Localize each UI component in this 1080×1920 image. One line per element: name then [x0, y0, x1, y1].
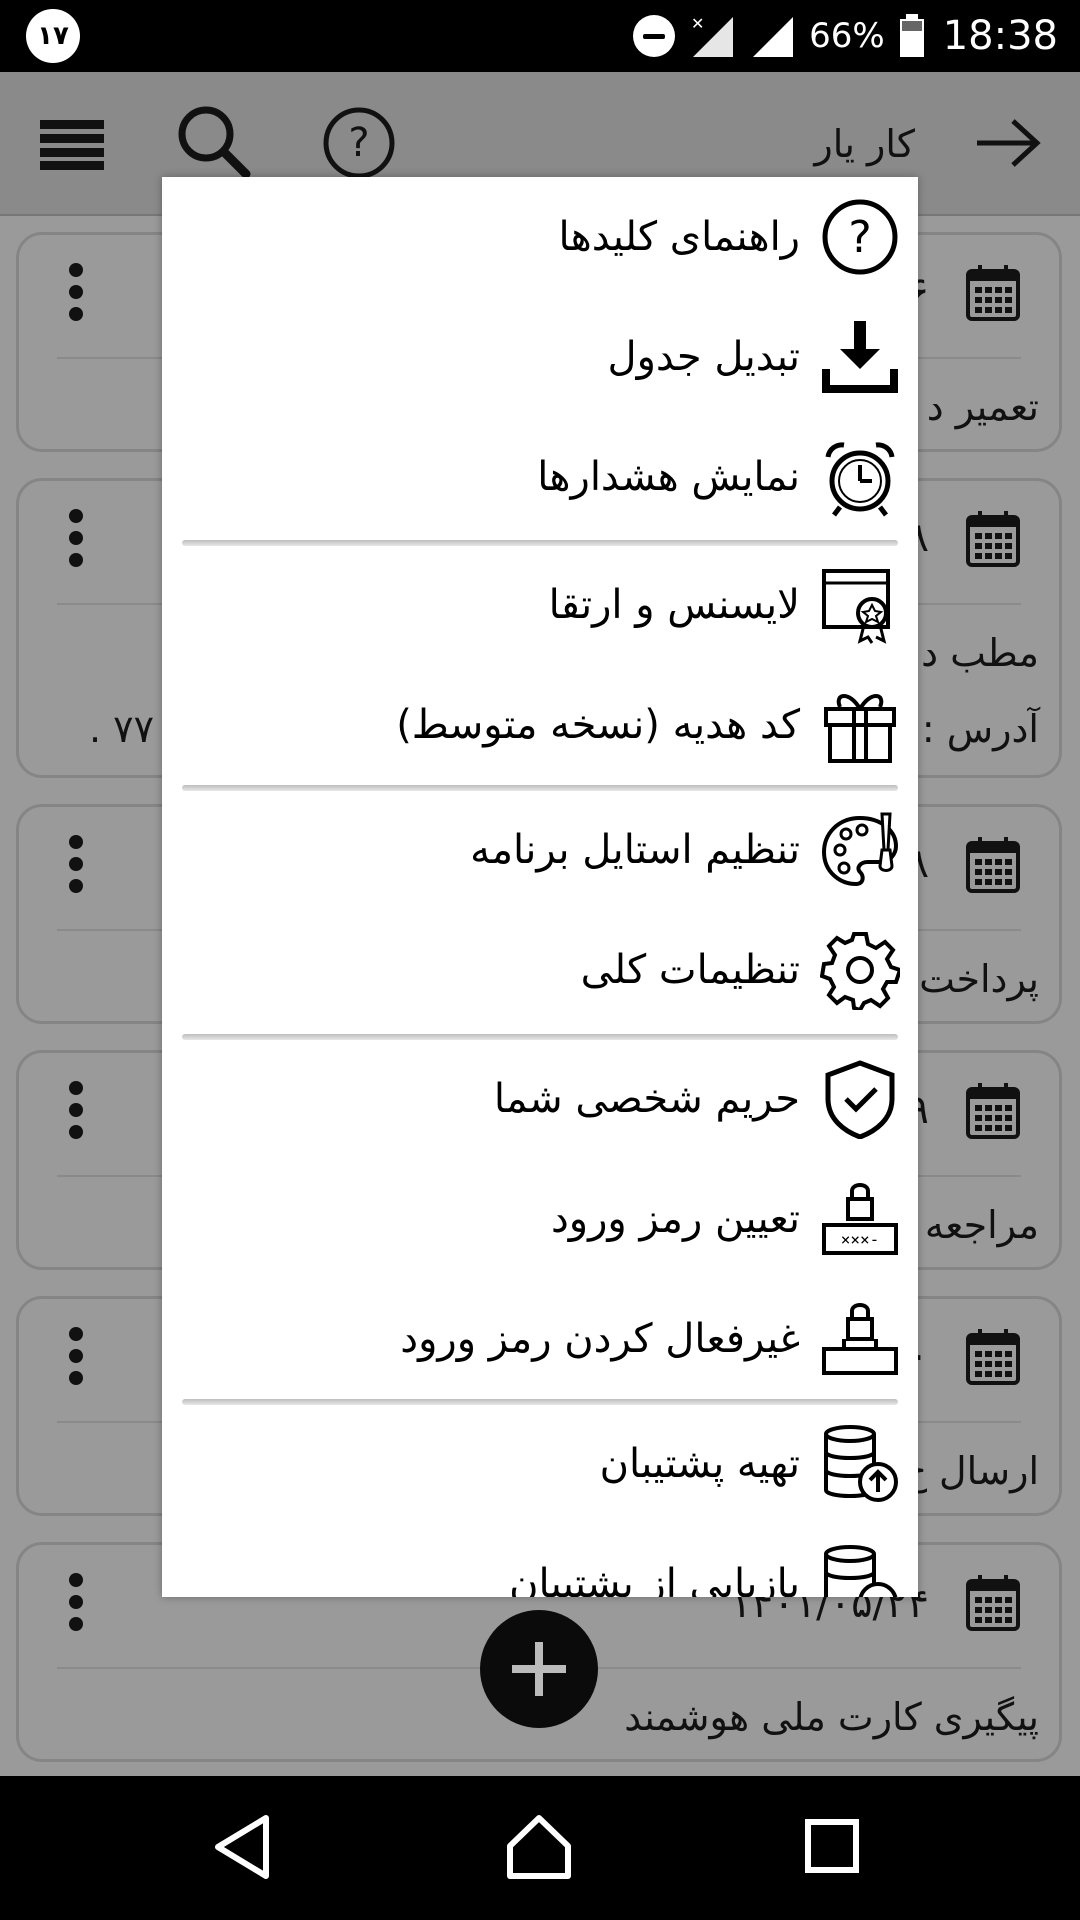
menu-item-gift-code[interactable]: کد هدیه (نسخه متوسط) [162, 665, 918, 785]
task-address: آدرس : [921, 707, 1039, 751]
download-icon [822, 321, 898, 393]
palette-icon [821, 812, 899, 887]
signal-strength-icon [753, 17, 794, 57]
menu-item-label: تبدیل جدول [607, 334, 800, 380]
menu-item-key-guide[interactable]: ? راهنمای کلیدها [162, 177, 918, 297]
svg-text:?: ? [848, 212, 871, 263]
menu-item-label: بازیابی از پشتیبان [509, 1561, 800, 1597]
menu-item-label: نمایش هشدارها [537, 454, 800, 500]
more-options-icon[interactable] [69, 1573, 83, 1639]
more-options-icon[interactable] [69, 263, 83, 329]
menu-item-label: حریم شخصی شما [493, 1076, 800, 1122]
calendar-icon [966, 265, 1020, 321]
hamburger-menu-icon[interactable] [40, 120, 104, 170]
battery-icon [899, 14, 924, 57]
menu-item-set-password[interactable]: ×××- تعیین رمز ورود [162, 1159, 918, 1279]
task-title: پرداخت [919, 957, 1039, 1001]
lock-disable-icon [822, 1303, 898, 1375]
more-options-icon[interactable] [69, 1081, 83, 1147]
alarm-clock-icon [825, 442, 895, 517]
clock: 18:38 [942, 13, 1058, 59]
home-nav-icon[interactable] [506, 1812, 572, 1882]
task-title: ارسال ح [902, 1449, 1039, 1493]
svg-text:×××-: ×××- [841, 1230, 880, 1249]
status-bar: ۱۷ ✕ 66% 18:38 [0, 0, 1080, 72]
menu-item-label: کد هدیه (نسخه متوسط) [396, 702, 800, 748]
status-icons: ✕ 66% 18:38 [633, 0, 1058, 72]
more-options-icon[interactable] [69, 509, 83, 575]
gift-icon [824, 694, 896, 763]
svg-text:?: ? [348, 120, 369, 166]
menu-item-app-style[interactable]: تنظیم استایل برنامه [162, 790, 918, 910]
menu-item-label: لایسنس و ارتقا [548, 582, 800, 628]
notification-count-badge: ۱۷ [26, 9, 80, 63]
svg-text:✕: ✕ [691, 14, 704, 33]
menu-item-general-settings[interactable]: تنظیمات کلی [162, 910, 918, 1030]
do-not-disturb-icon [633, 15, 676, 57]
menu-item-label: راهنمای کلیدها [558, 214, 800, 260]
system-nav-bar [0, 1776, 1080, 1920]
menu-item-disable-password[interactable]: غیرفعال کردن رمز ورود [162, 1279, 918, 1399]
menu-item-backup[interactable]: تهیه پشتیبان [162, 1404, 918, 1524]
more-options-icon[interactable] [69, 1327, 83, 1393]
back-nav-icon[interactable] [212, 1812, 272, 1882]
search-icon[interactable] [176, 104, 252, 180]
certificate-icon [822, 569, 890, 644]
menu-item-privacy[interactable]: حریم شخصی شما [162, 1039, 918, 1159]
gear-icon [820, 932, 900, 1010]
calendar-icon [966, 511, 1020, 567]
add-task-button[interactable] [480, 1610, 598, 1728]
signal-no-sim-icon: ✕ [691, 14, 734, 57]
battery-percent: 66% [809, 16, 885, 56]
database-restore-icon [824, 1545, 898, 1597]
menu-item-license[interactable]: لایسنس و ارتقا [162, 545, 918, 665]
lock-password-icon: ×××- [822, 1183, 898, 1255]
calendar-icon [966, 1083, 1020, 1139]
back-arrow-icon[interactable] [975, 118, 1041, 168]
shield-check-icon [825, 1060, 895, 1139]
calendar-icon [966, 1575, 1020, 1631]
menu-item-restore[interactable]: بازیابی از پشتیبان [162, 1524, 918, 1597]
menu-item-label: غیرفعال کردن رمز ورود [400, 1316, 800, 1362]
calendar-icon [966, 837, 1020, 893]
menu-item-label: تنظیم استایل برنامه [470, 827, 800, 873]
recents-nav-icon[interactable] [804, 1812, 860, 1882]
menu-item-label: تهیه پشتیبان [599, 1441, 800, 1487]
task-address-number: ۷۷ . [89, 707, 154, 751]
task-title: پیگیری کارت ملی هوشمند [624, 1695, 1039, 1739]
task-title: مراجعه [924, 1203, 1039, 1247]
calendar-icon [966, 1329, 1020, 1385]
menu-item-label: تنظیمات کلی [580, 947, 800, 993]
app-title: کار یار [814, 122, 915, 166]
database-upload-icon [824, 1425, 898, 1502]
menu-item-show-alarms[interactable]: نمایش هشدارها [162, 417, 918, 537]
help-icon: ? [822, 199, 898, 275]
menu-item-convert-table[interactable]: تبدیل جدول [162, 297, 918, 417]
options-menu: ? راهنمای کلیدها تبدیل جدول نمایش هشداره… [162, 177, 918, 1597]
more-options-icon[interactable] [69, 835, 83, 901]
task-title: مطب د [921, 631, 1039, 675]
help-icon[interactable]: ? [322, 106, 396, 180]
menu-item-label: تعیین رمز ورود [550, 1196, 800, 1242]
plus-icon [512, 1642, 566, 1696]
task-title: تعمیر د [926, 385, 1039, 429]
